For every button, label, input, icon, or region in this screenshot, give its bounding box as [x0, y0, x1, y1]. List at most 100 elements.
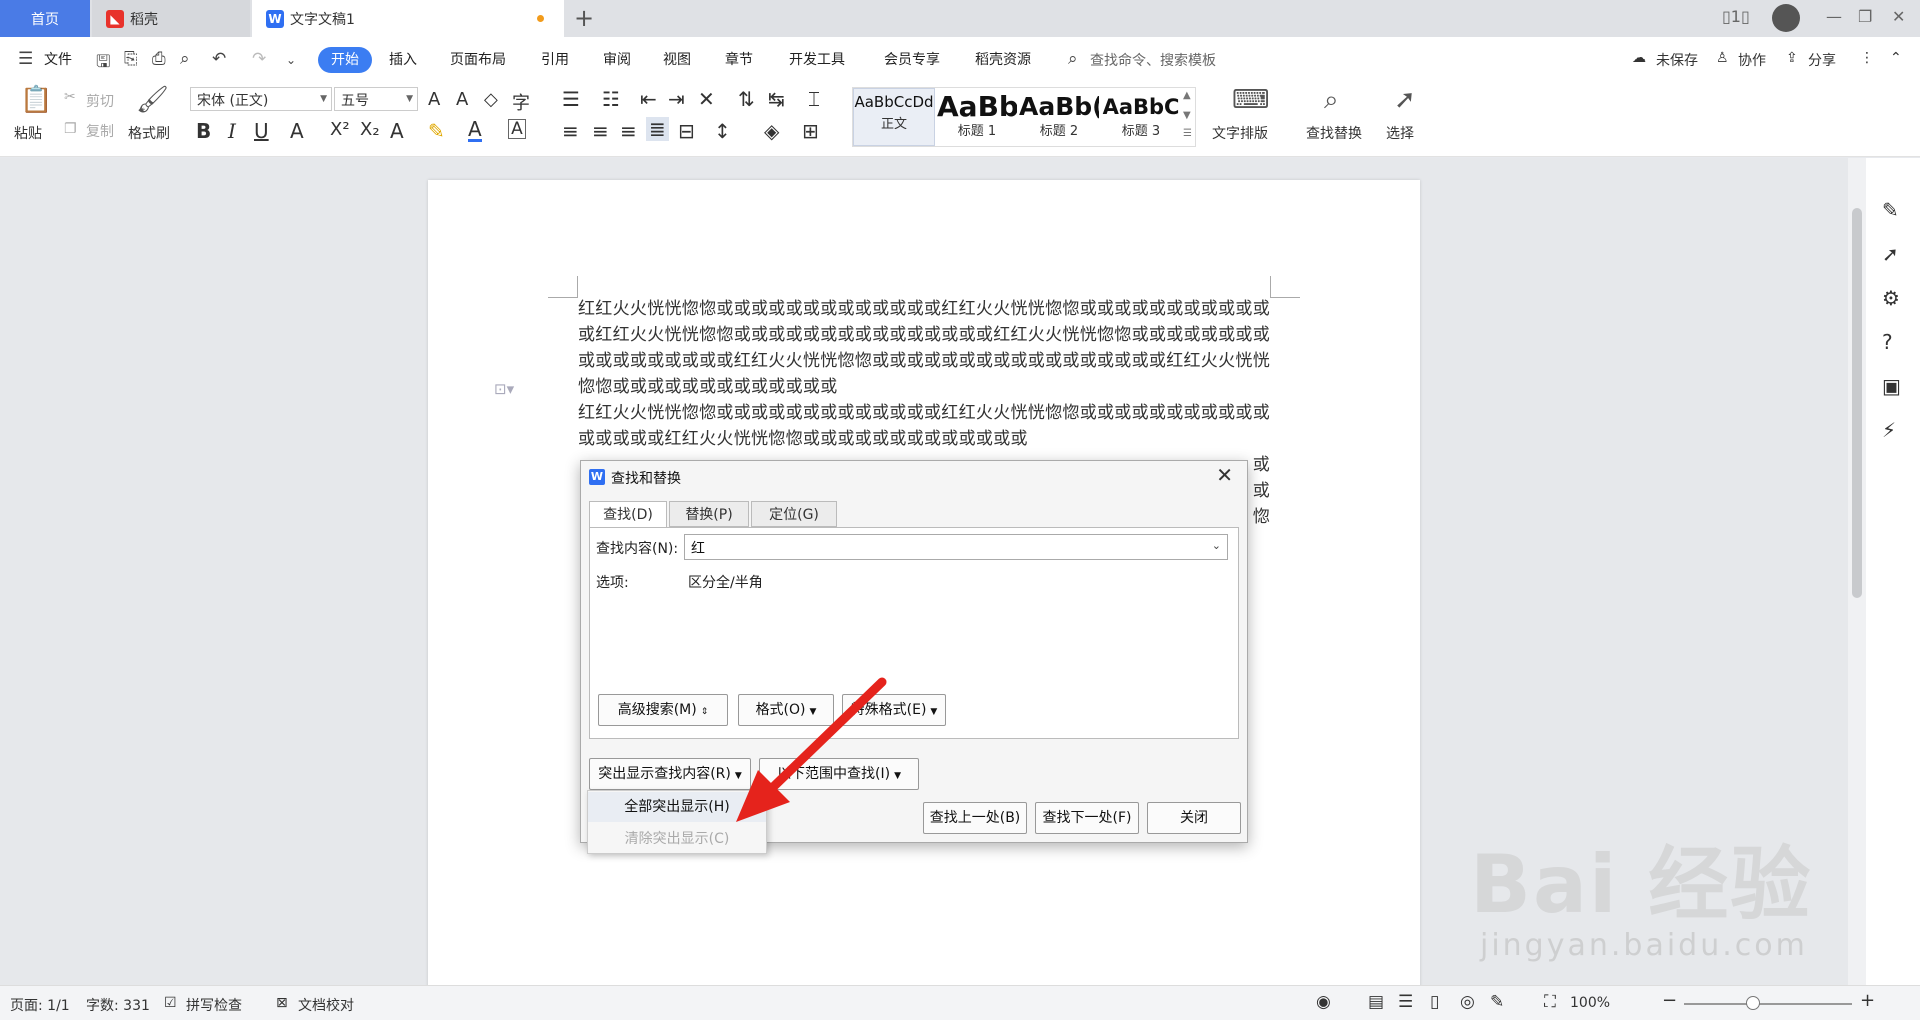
unsaved-status[interactable]: 未保存: [1656, 50, 1698, 70]
close-icon[interactable]: ✕: [1216, 463, 1233, 487]
lightning-icon[interactable]: ⚡: [1882, 418, 1896, 442]
undo-icon[interactable]: ↶: [212, 49, 226, 69]
paste-button[interactable]: 粘贴: [14, 123, 42, 143]
phonetic-icon[interactable]: 字: [512, 89, 530, 115]
cut-button[interactable]: 剪切: [86, 91, 114, 111]
increase-indent-icon[interactable]: ⇥: [668, 87, 685, 111]
zoom-slider-handle[interactable]: [1746, 996, 1760, 1010]
format-painter-button[interactable]: 格式刷: [128, 123, 170, 143]
print-icon[interactable]: ⎙: [152, 49, 166, 69]
menu-daoke-resources[interactable]: 稻壳资源: [975, 49, 1031, 69]
shrink-font-icon[interactable]: A: [456, 89, 468, 110]
highlight-color-icon[interactable]: ✎: [428, 119, 445, 143]
find-replace-icon[interactable]: ⌕: [1324, 85, 1339, 116]
tab-find[interactable]: 查找(D): [589, 501, 667, 528]
align-right-icon[interactable]: ≡: [620, 119, 637, 143]
distributed-icon[interactable]: ⊟: [678, 119, 695, 143]
help-icon[interactable]: ?: [1882, 330, 1893, 354]
restore-icon[interactable]: ❐: [1858, 7, 1872, 26]
find-replace-button[interactable]: 查找替换: [1306, 123, 1362, 143]
collapse-ribbon-icon[interactable]: ⌃: [1890, 50, 1902, 66]
fit-page-icon[interactable]: ⛶: [1544, 992, 1556, 1012]
chinese-layout-icon[interactable]: ✕: [698, 87, 715, 111]
reading-view-icon[interactable]: ▯: [1430, 992, 1439, 1012]
menu-view[interactable]: 视图: [663, 49, 691, 69]
align-center-icon[interactable]: ≡: [592, 119, 609, 143]
save-icon[interactable]: 🖫: [96, 49, 110, 78]
numbering-icon[interactable]: ☷: [602, 87, 620, 111]
style-heading-2[interactable]: AaBb( 标题 2: [1019, 88, 1099, 146]
justify-icon[interactable]: ≣: [646, 117, 669, 141]
subscript-icon[interactable]: X₂: [360, 119, 380, 140]
proofread-button[interactable]: 文档校对: [298, 995, 354, 1015]
tab-replace[interactable]: 替换(P): [669, 501, 749, 527]
advanced-search-button[interactable]: 高级搜索(M) ⇕: [598, 694, 728, 726]
font-color-icon[interactable]: A: [468, 119, 482, 142]
italic-icon[interactable]: I: [228, 119, 236, 143]
font-size-select[interactable]: 五号 ▼: [334, 87, 418, 111]
select-button[interactable]: 选择: [1386, 123, 1414, 143]
text-direction-icon[interactable]: ↹: [768, 87, 785, 111]
menu-insert[interactable]: 插入: [389, 49, 417, 69]
edit-pen-icon[interactable]: ✎: [1490, 992, 1504, 1012]
text-layout-icon[interactable]: ⌨: [1232, 85, 1270, 115]
menu-page-layout[interactable]: 页面布局: [450, 49, 506, 69]
checkbox-icon[interactable]: ☑: [164, 995, 177, 1011]
style-normal[interactable]: AaBbCcDd 正文: [853, 88, 935, 146]
image-edit-icon[interactable]: ▣: [1882, 374, 1901, 398]
underline-icon[interactable]: U: [254, 119, 269, 143]
menu-clear-highlight[interactable]: 清除突出显示(C): [588, 824, 766, 854]
borders-icon[interactable]: ⊞: [802, 119, 819, 143]
share-button[interactable]: 分享: [1808, 50, 1836, 70]
scroll-thumb[interactable]: [1852, 208, 1862, 598]
style-heading-1[interactable]: AaBb 标题 1: [937, 88, 1017, 146]
tab-document[interactable]: W 文字文稿1: [252, 0, 564, 37]
highlight-button[interactable]: 突出显示查找内容(R) ▼: [589, 758, 751, 790]
zoom-slider[interactable]: [1684, 1003, 1852, 1005]
menu-references[interactable]: 引用: [541, 49, 569, 69]
redo-icon[interactable]: ↷: [252, 49, 266, 69]
cursor-icon[interactable]: ➚: [1882, 242, 1899, 266]
align-left-icon[interactable]: ≡: [562, 119, 579, 143]
char-border-icon[interactable]: A: [508, 119, 526, 139]
settings-sliders-icon[interactable]: ⚙: [1882, 286, 1900, 310]
shading-icon[interactable]: ◈: [764, 119, 779, 143]
menu-dev-tools[interactable]: 开发工具: [789, 49, 845, 69]
zoom-in-icon[interactable]: +: [1860, 990, 1875, 1011]
preview-icon[interactable]: ⌕: [180, 49, 190, 69]
web-view-icon[interactable]: ◎: [1460, 992, 1475, 1012]
hamburger-icon[interactable]: ☰: [18, 49, 33, 69]
format-button[interactable]: 格式(O) ▼: [738, 694, 834, 726]
text-layout-button[interactable]: 文字排版: [1212, 123, 1268, 143]
collab-button[interactable]: 协作: [1738, 50, 1766, 70]
menu-start[interactable]: 开始: [318, 47, 372, 73]
strikethrough-icon[interactable]: A: [290, 119, 304, 143]
eye-icon[interactable]: ◉: [1316, 992, 1331, 1012]
layout-icon[interactable]: ▯1▯: [1722, 7, 1750, 26]
text-effect-icon[interactable]: A: [390, 119, 404, 143]
bullets-icon[interactable]: ☰: [562, 87, 580, 111]
new-tab-icon[interactable]: +: [574, 4, 594, 32]
find-previous-button[interactable]: 查找上一处(B): [923, 802, 1027, 834]
clear-format-icon[interactable]: ◇: [484, 89, 498, 110]
copy-button[interactable]: 复制: [86, 121, 114, 141]
special-format-button[interactable]: 特殊格式(E) ▼: [842, 694, 946, 726]
tab-goto[interactable]: 定位(G): [751, 501, 837, 527]
tab-daoke[interactable]: ◣ 稻壳: [92, 0, 250, 37]
menu-member[interactable]: 会员专享: [884, 49, 940, 69]
zoom-level[interactable]: 100%: [1570, 995, 1610, 1011]
copy-icon[interactable]: ❐: [64, 121, 77, 137]
zoom-out-icon[interactable]: −: [1662, 990, 1677, 1011]
line-spacing-icon[interactable]: ↕: [714, 119, 731, 143]
more-menu-icon[interactable]: ⋮: [1860, 50, 1874, 66]
minimize-icon[interactable]: —: [1826, 7, 1842, 26]
show-marks-icon[interactable]: ⌶: [808, 87, 820, 111]
close-window-icon[interactable]: ✕: [1892, 7, 1905, 26]
export-icon[interactable]: ⎘: [124, 49, 138, 69]
format-painter-icon[interactable]: 🖌: [136, 85, 169, 115]
gallery-down-icon[interactable]: ▼: [1183, 110, 1191, 121]
menu-highlight-all[interactable]: 全部突出显示(H): [588, 792, 766, 822]
sort-icon[interactable]: ⇅: [738, 87, 755, 111]
superscript-icon[interactable]: X²: [330, 119, 350, 140]
menu-chapter[interactable]: 章节: [725, 49, 753, 69]
